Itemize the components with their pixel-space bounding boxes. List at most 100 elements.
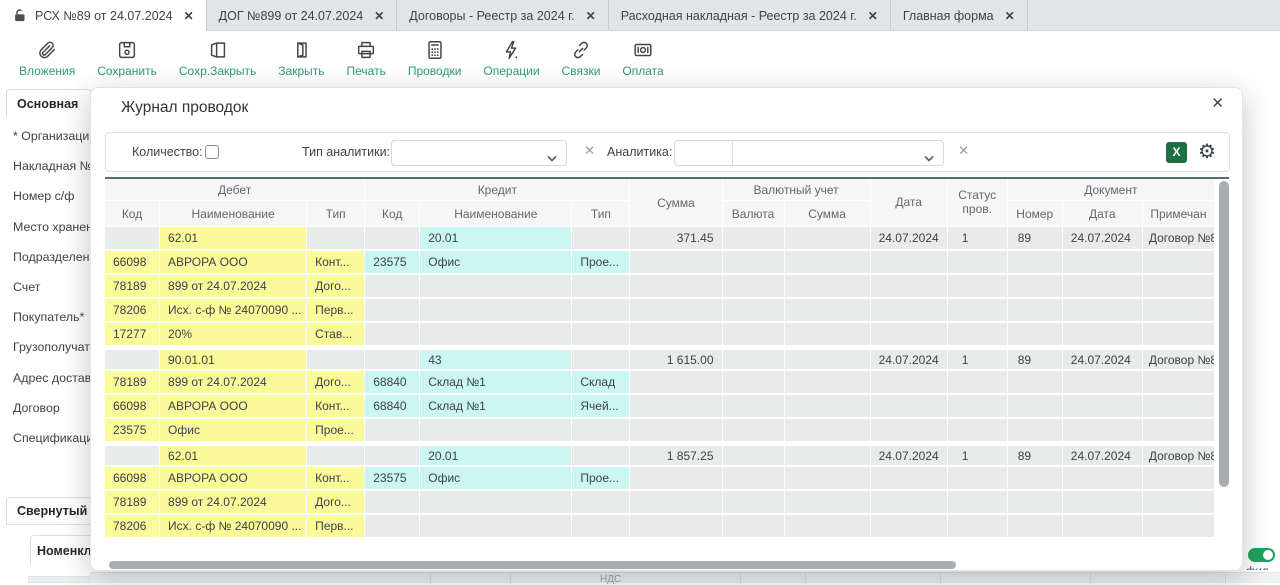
cell-c_name[interactable] [420,275,572,299]
header-doc-note[interactable]: Примечан [1143,201,1215,227]
cell-c_name[interactable] [420,299,572,323]
cell-c_type[interactable] [572,227,630,251]
cell-c_type[interactable]: Ячей... [572,395,630,419]
cell-status[interactable] [948,371,1008,395]
cell-cur_sum[interactable] [785,515,871,539]
cell-d_type[interactable]: Дого... [307,491,365,515]
header-doc-date[interactable]: Дата [1063,201,1143,227]
cell-d_type[interactable]: Конт... [307,467,365,491]
cell-number[interactable] [1008,251,1063,275]
clear-analytics-icon[interactable]: ✕ [958,144,969,158]
filter-toggle[interactable] [1248,548,1275,562]
cell-sum[interactable] [630,419,722,443]
cell-doc_date[interactable]: 24.07.2024 [1063,227,1143,251]
cell-doc_date[interactable] [1063,491,1143,515]
cell-d_code[interactable] [105,227,160,251]
cell-d_type[interactable]: Перв... [307,299,365,323]
cell-d_type[interactable] [307,227,365,251]
cell-cur_sum[interactable] [785,371,871,395]
cell-c_type[interactable]: Прое... [572,467,630,491]
cell-c_type[interactable] [572,347,630,371]
table-row[interactable]: 78189899 от 24.07.2024Дого... [105,491,1215,515]
cell-currency[interactable] [723,491,785,515]
cell-number[interactable] [1008,275,1063,299]
cell-cur_sum[interactable] [785,395,871,419]
toolbar-links-button[interactable]: Связки [551,32,612,84]
cell-status[interactable]: 1 [948,443,1008,467]
cell-c_type[interactable] [572,443,630,467]
cell-d_code[interactable]: 23575 [105,419,160,443]
cell-d_name[interactable]: АВРОРА ООО [160,467,307,491]
tab-close-icon[interactable]: ✕ [1005,9,1015,23]
tab-close-icon[interactable]: ✕ [586,9,596,23]
cell-currency[interactable] [723,467,785,491]
chevron-down-icon[interactable] [923,150,935,168]
cell-cur_sum[interactable] [785,323,871,347]
cell-c_type[interactable] [572,275,630,299]
analytics-name-input[interactable] [734,141,922,165]
cell-status[interactable] [948,467,1008,491]
cell-c_code[interactable]: 23575 [365,251,420,275]
cell-d_name[interactable]: АВРОРА ООО [160,395,307,419]
table-row[interactable]: 66098АВРОРА ОООКонт...23575ОфисПрое... [105,251,1215,275]
cell-c_code[interactable] [365,227,420,251]
tab-collapsed[interactable]: Свернутый [6,497,92,525]
cell-date[interactable] [871,251,948,275]
cell-c_name[interactable]: 43 [420,347,572,371]
cell-doc_date[interactable] [1063,371,1143,395]
cell-doc_date[interactable] [1063,251,1143,275]
document-tab[interactable]: ДОГ №899 от 24.07.2024✕ [207,0,398,31]
cell-d_code[interactable]: 66098 [105,251,160,275]
header-credit-name[interactable]: Наименование [420,201,572,227]
header-currency-group[interactable]: Валютный учет [723,179,871,201]
cell-date[interactable] [871,395,948,419]
cell-note[interactable] [1143,371,1215,395]
cell-number[interactable]: 89 [1008,347,1063,371]
cell-status[interactable] [948,251,1008,275]
cell-c_code[interactable] [365,299,420,323]
cell-number[interactable] [1008,515,1063,539]
cell-currency[interactable] [723,275,785,299]
cell-number[interactable] [1008,395,1063,419]
gear-icon[interactable]: ⚙ [1198,138,1216,166]
cell-c_code[interactable]: 68840 [365,371,420,395]
cell-note[interactable] [1143,515,1215,539]
header-credit-type[interactable]: Тип [572,201,630,227]
cell-d_type[interactable]: Перв... [307,515,365,539]
header-debit[interactable]: Дебет [105,179,365,201]
cell-d_name[interactable]: 20% [160,323,307,347]
cell-cur_sum[interactable] [785,275,871,299]
cell-d_type[interactable]: Конт... [307,395,365,419]
header-sum[interactable]: Сумма [630,179,722,227]
cell-c_code[interactable] [365,491,420,515]
cell-d_type[interactable]: Конт... [307,251,365,275]
cell-d_code[interactable]: 78206 [105,515,160,539]
cell-cur_sum[interactable] [785,299,871,323]
cell-note[interactable] [1143,395,1215,419]
toolbar-print-button[interactable]: Печать [336,32,397,84]
cell-sum[interactable] [630,515,722,539]
header-credit-code[interactable]: Код [365,201,420,227]
cell-currency[interactable] [723,323,785,347]
cell-doc_date[interactable]: 24.07.2024 [1063,347,1143,371]
cell-cur_sum[interactable] [785,419,871,443]
cell-sum[interactable] [630,395,722,419]
cell-sum[interactable]: 371.45 [630,227,722,251]
cell-c_name[interactable] [420,323,572,347]
cell-doc_date[interactable] [1063,275,1143,299]
cell-doc_date[interactable] [1063,467,1143,491]
tab-nomenclature[interactable]: Номенкл [30,535,90,565]
export-excel-button[interactable]: X [1166,142,1187,163]
cell-d_name[interactable]: 899 от 24.07.2024 [160,275,307,299]
cell-sum[interactable] [630,323,722,347]
cell-number[interactable]: 89 [1008,227,1063,251]
cell-sum[interactable]: 1 615.00 [630,347,722,371]
cell-note[interactable] [1143,299,1215,323]
cell-number[interactable]: 89 [1008,443,1063,467]
cell-number[interactable] [1008,467,1063,491]
tab-close-icon[interactable]: ✕ [184,9,194,23]
cell-doc_date[interactable] [1063,515,1143,539]
horizontal-scrollbar[interactable] [109,561,956,569]
cell-d_name[interactable]: 90.01.01 [160,347,307,371]
cell-date[interactable] [871,491,948,515]
